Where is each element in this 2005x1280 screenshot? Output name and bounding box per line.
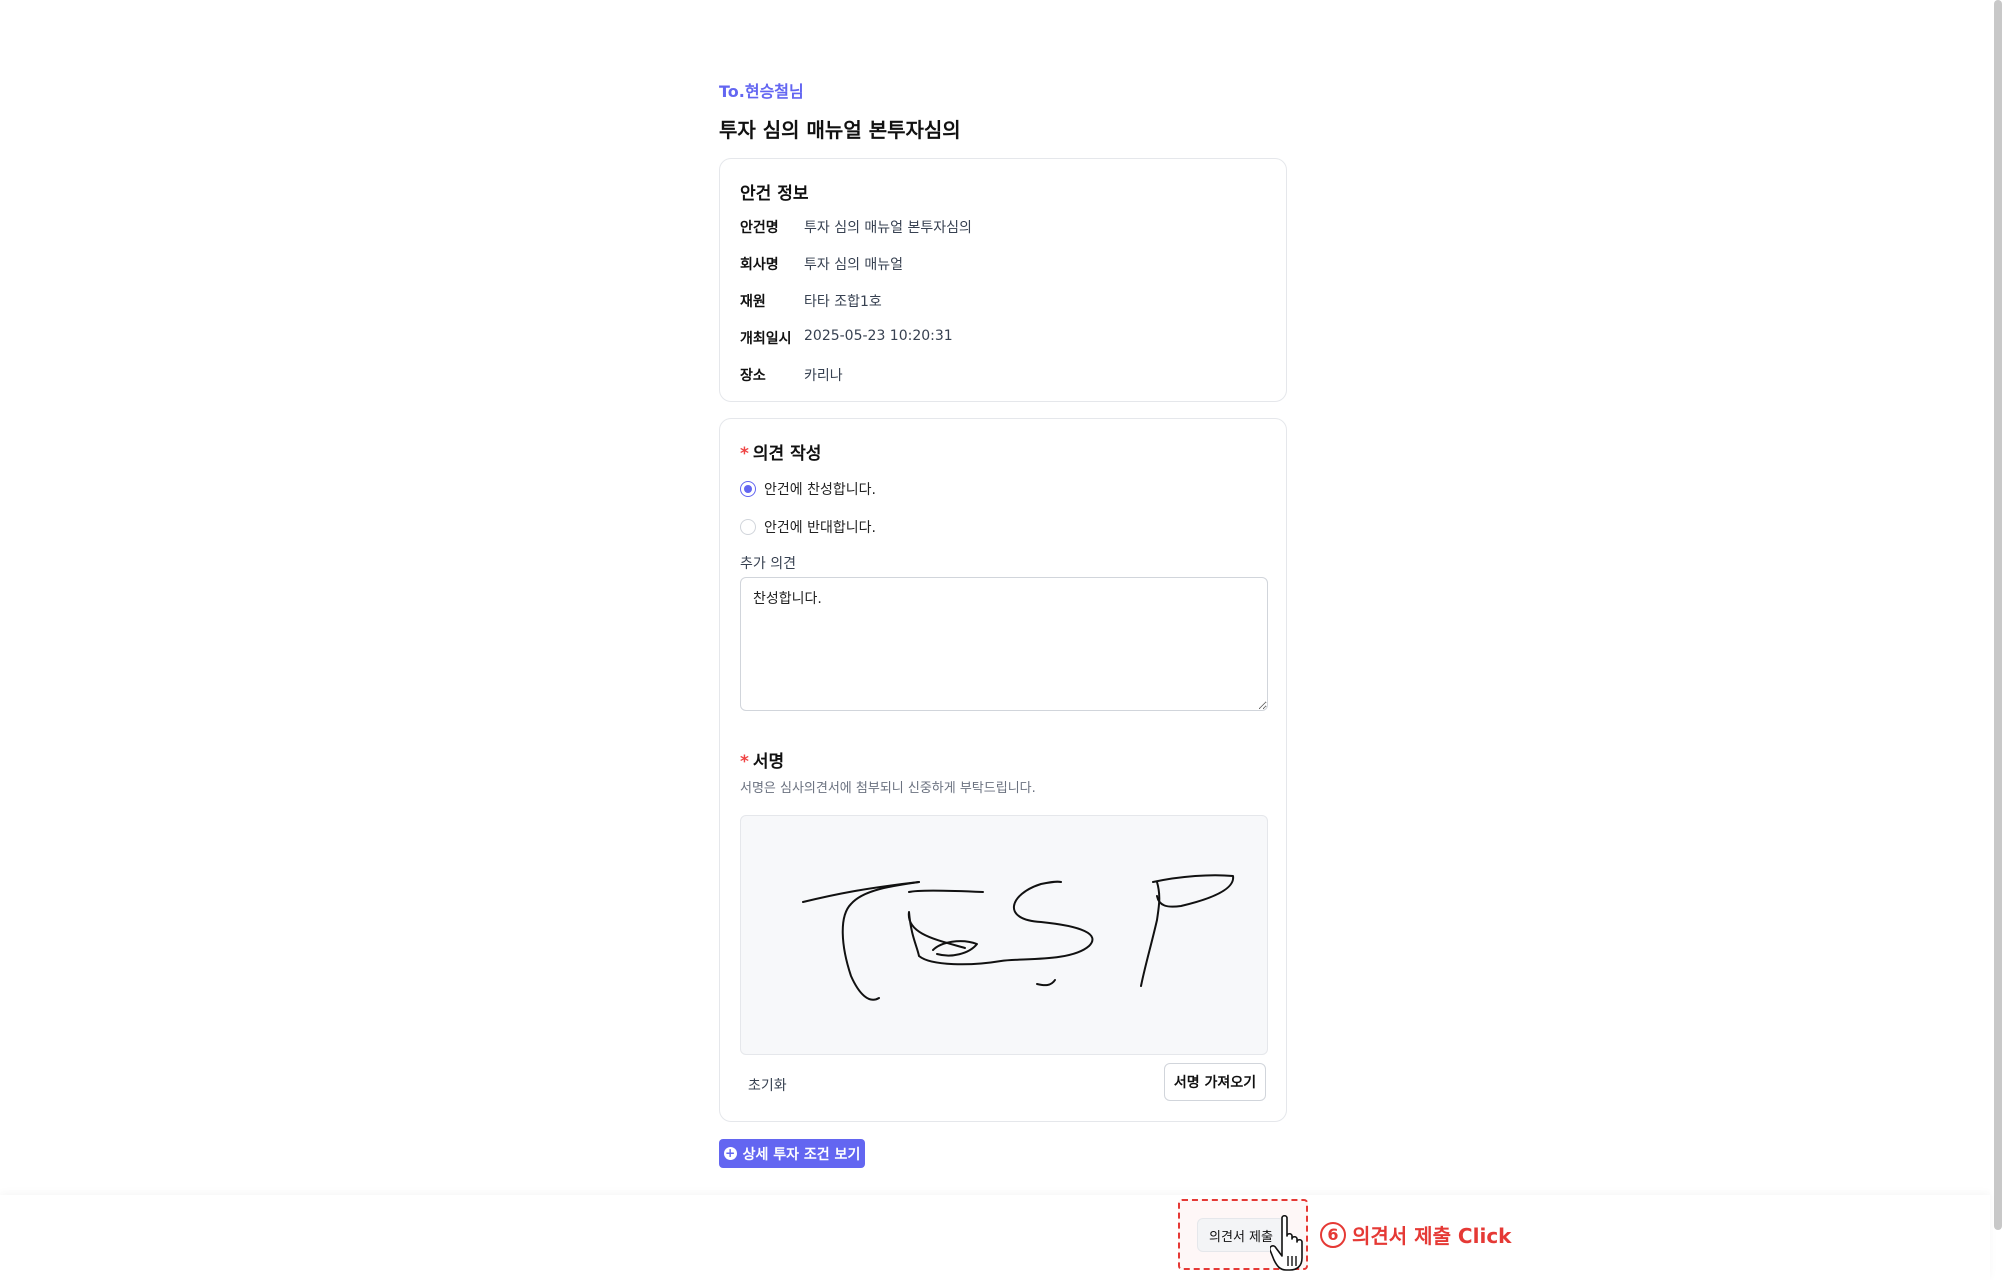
info-key: 안건명 [740,220,779,236]
opinion-title: * 의견 작성 [740,439,821,464]
page-title: 투자 심의 매뉴얼 본투자심의 [719,118,961,142]
radio-approve[interactable]: 안건에 찬성합니다. [740,479,876,499]
opinion-card: * 의견 작성 안건에 찬성합니다. 안건에 반대합니다. 추가 의견 찬성합니다… [719,418,1287,1122]
import-signature-button[interactable]: 서명 가져오기 [1164,1063,1266,1101]
step-annotation-text: 의견서 제출 Click [1352,1224,1512,1248]
view-investment-terms-label: 상세 투자 조건 보기 [742,1146,861,1163]
recipient-label: To.현승철님 [719,82,804,101]
required-mark: * [740,444,749,464]
info-row-agenda-name: 안건명 투자 심의 매뉴얼 본투자심의 [740,217,972,237]
info-value: 투자 심의 매뉴얼 [804,257,904,273]
info-value: 타타 조합1호 [804,294,882,310]
info-key: 장소 [740,368,766,384]
footer-bar [0,1195,1990,1280]
required-mark: * [740,752,749,772]
radio-reject-label: 안건에 반대합니다. [764,520,876,536]
info-row-company: 회사명 투자 심의 매뉴얼 [740,254,903,274]
agenda-info-card: 안건 정보 안건명 투자 심의 매뉴얼 본투자심의 회사명 투자 심의 매뉴얼 … [719,158,1287,402]
info-value: 2025-05-23 10:20:31 [804,328,953,344]
signature-title: * 서명 [740,747,784,772]
info-row-datetime: 개최일시 2025-05-23 10:20:31 [740,328,953,348]
signature-title-text: 서명 [752,752,785,772]
plus-circle-icon: + [723,1146,737,1160]
radio-reject[interactable]: 안건에 반대합니다. [740,517,876,537]
info-row-fund: 재원 타타 조합1호 [740,291,882,311]
radio-unchecked-icon[interactable] [740,519,756,535]
info-value: 카리나 [804,368,843,384]
reset-button[interactable]: 초기화 [748,1075,787,1095]
scrollbar-thumb[interactable] [1994,0,2002,1230]
radio-checked-icon[interactable] [740,481,756,497]
signature-pad[interactable] [740,815,1268,1055]
hand-cursor-icon [1270,1214,1303,1271]
info-key: 개최일시 [740,331,792,347]
signature-help-text: 서명은 심사의견서에 첨부되니 신중하게 부탁드립니다. [740,781,1036,796]
step-number-circle: 6 [1320,1221,1346,1248]
view-investment-terms-button[interactable]: + 상세 투자 조건 보기 [719,1139,865,1168]
info-key: 회사명 [740,257,779,273]
opinion-title-text: 의견 작성 [752,444,822,464]
agenda-info-title: 안건 정보 [740,184,809,204]
info-value: 투자 심의 매뉴얼 본투자심의 [804,220,972,236]
step-annotation: 6 의견서 제출 Click [1320,1220,1511,1249]
additional-opinion-textarea[interactable]: 찬성합니다. [740,577,1268,711]
info-row-location: 장소 카리나 [740,365,843,385]
scrollbar-track[interactable] [1991,0,2005,1280]
info-key: 재원 [740,294,766,310]
signature-drawing [802,874,1235,1001]
additional-opinion-label: 추가 의견 [740,556,796,572]
radio-approve-label: 안건에 찬성합니다. [764,482,876,498]
